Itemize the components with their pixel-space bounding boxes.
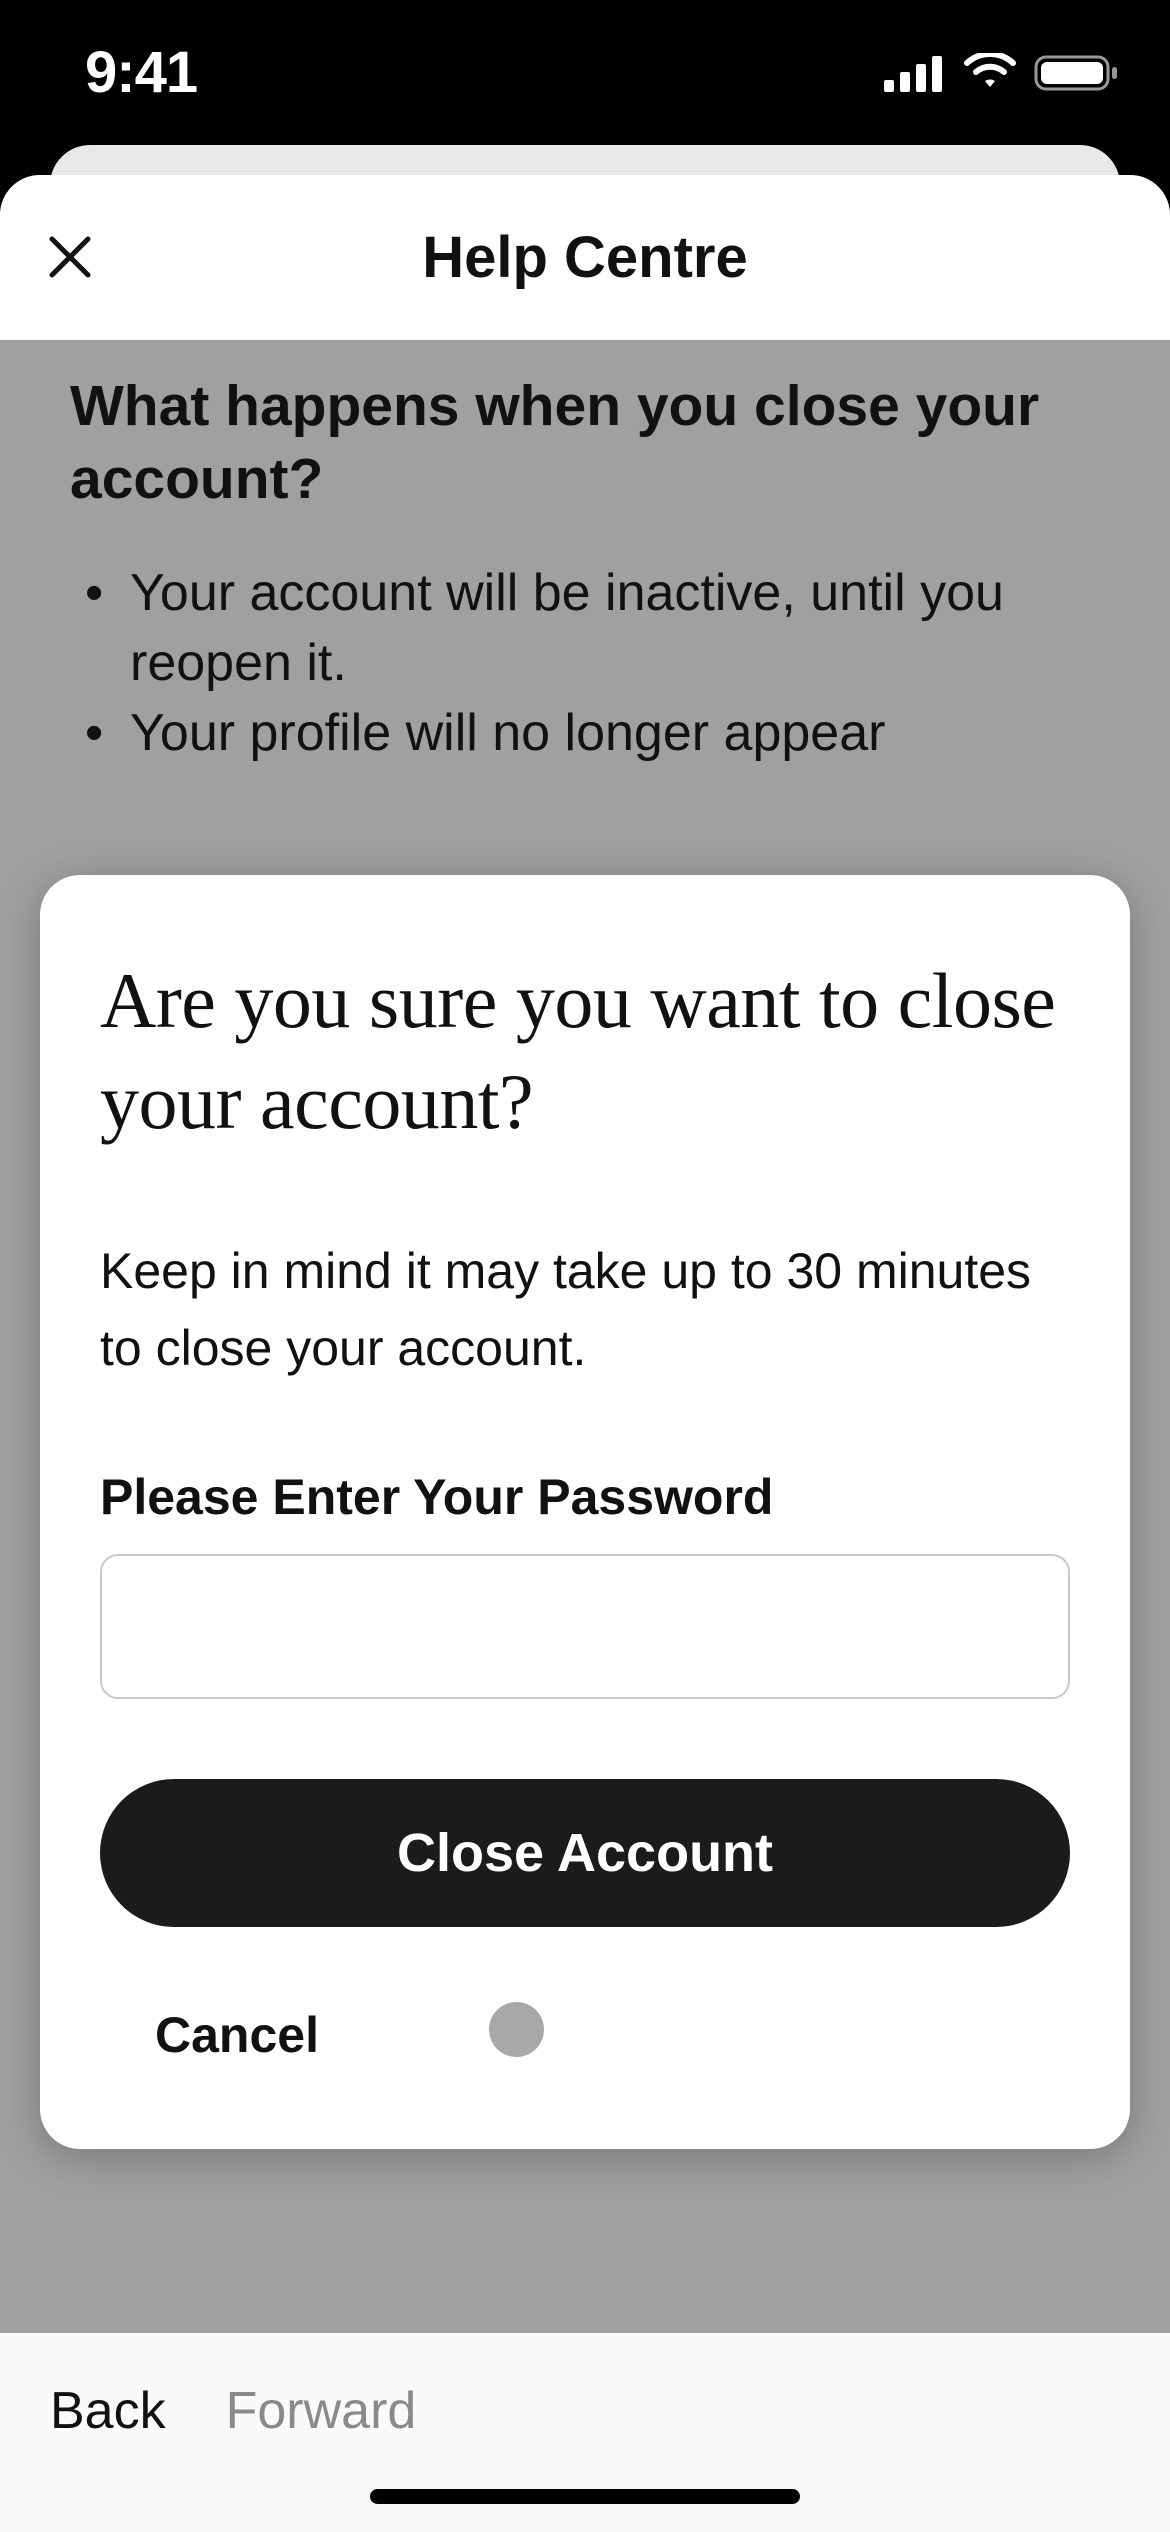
home-indicator[interactable] [370, 2489, 800, 2504]
header: Help Centre [0, 175, 1170, 340]
battery-icon [1034, 53, 1120, 93]
background-article: What happens when you close your account… [0, 340, 1170, 768]
close-account-button[interactable]: Close Account [100, 1779, 1070, 1927]
article-heading: What happens when you close your account… [70, 370, 1100, 516]
confirmation-modal: Are you sure you want to close your acco… [40, 875, 1130, 2149]
nav-back-button[interactable]: Back [50, 2381, 166, 2441]
loading-indicator-icon [489, 2002, 544, 2057]
cancel-button[interactable]: Cancel [155, 2006, 319, 2064]
page-title: Help Centre [0, 224, 1170, 291]
password-label: Please Enter Your Password [100, 1468, 1070, 1526]
wifi-icon [962, 53, 1018, 93]
status-time: 9:41 [85, 39, 197, 106]
list-item: Your account will be inactive, until you… [70, 558, 1100, 698]
modal-footer: Cancel [100, 2002, 1070, 2069]
nav-forward-button: Forward [226, 2381, 417, 2441]
modal-title: Are you sure you want to close your acco… [100, 950, 1070, 1153]
article-bullet-list: Your account will be inactive, until you… [70, 558, 1100, 769]
status-bar: 9:41 [0, 0, 1170, 145]
main-sheet: Help Centre What happens when you close … [0, 175, 1170, 2532]
modal-description: Keep in mind it may take up to 30 minute… [100, 1233, 1070, 1388]
close-button[interactable] [40, 227, 100, 287]
cellular-signal-icon [884, 54, 946, 92]
close-icon [46, 233, 94, 281]
list-item: Your profile will no longer appear [70, 698, 1100, 768]
password-input[interactable] [100, 1554, 1070, 1699]
status-indicators [884, 53, 1120, 93]
